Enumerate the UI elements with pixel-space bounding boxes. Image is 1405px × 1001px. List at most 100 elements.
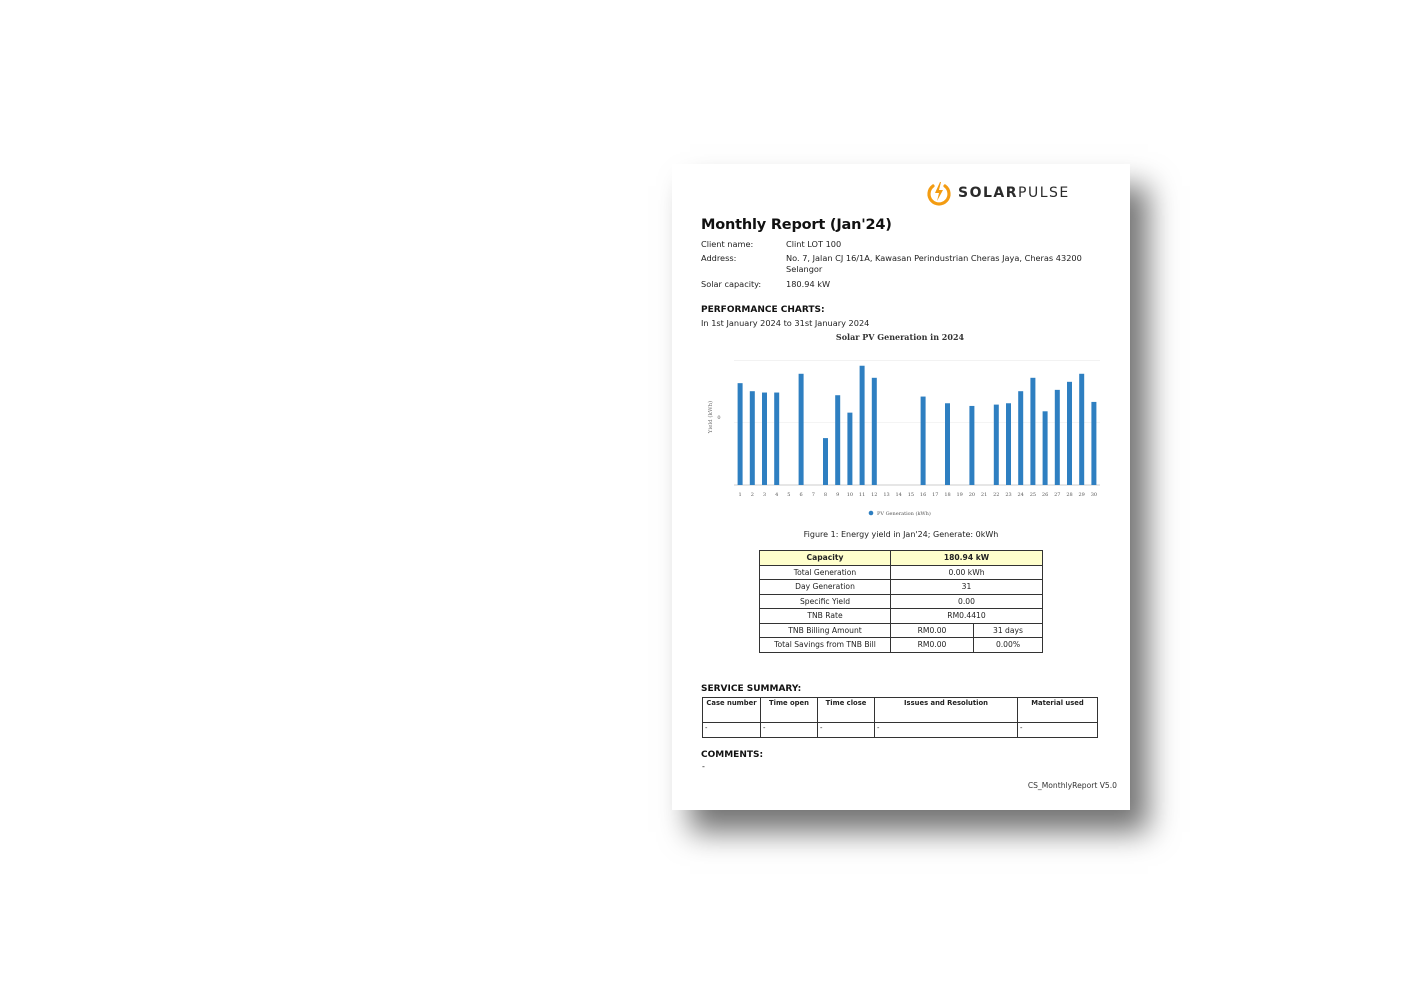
x-tick-label: 19	[957, 492, 963, 498]
stats-value: 31	[890, 579, 1043, 595]
chart-bar	[1042, 411, 1048, 485]
service-row: - - - - -	[702, 722, 1098, 738]
chart-bar	[835, 395, 841, 485]
capacity-row: Solar capacity: 180.94 kW	[701, 279, 1086, 290]
stats-row: Specific Yield 0.00	[759, 593, 1043, 609]
chart-bar	[737, 383, 743, 485]
client-value: Clint LOT 100	[786, 239, 842, 249]
address-label: Address:	[701, 253, 737, 263]
stats-row: TNB Rate RM0.4410	[759, 608, 1043, 624]
x-tick-label: 27	[1054, 492, 1060, 498]
case-number-cell: -	[702, 722, 761, 738]
chart-bar	[920, 396, 926, 485]
x-tick-label: 8	[824, 492, 827, 498]
x-tick-label: 16	[920, 492, 926, 498]
x-tick-label: 6	[800, 492, 803, 498]
x-tick-label: 5	[787, 492, 790, 498]
col-issues-resolution: Issues and Resolution	[874, 697, 1018, 723]
capacity-label: Solar capacity:	[701, 279, 762, 289]
stats-label: Total Generation	[759, 564, 891, 580]
chart-bar	[1006, 403, 1011, 485]
billing-row: TNB Billing Amount RM0.00 31 days	[759, 622, 1043, 638]
report-title: Monthly Report (Jan'24)	[701, 217, 892, 233]
client-label: Client name:	[701, 239, 754, 249]
savings-label: Total Savings from TNB Bill	[759, 637, 891, 653]
time-open-cell: -	[760, 722, 818, 738]
x-tick-label: 10	[847, 492, 853, 498]
x-tick-labels: 1 2 3 4 5 6 7 8 9 10 11 12 13 14 15 16 17 18 19 20 21 22 23 24 2…	[739, 492, 1098, 498]
x-tick-label: 30	[1091, 492, 1097, 498]
stats-value: RM0.4410	[890, 608, 1043, 624]
service-header-row: Case number Time open Time close Issues …	[702, 697, 1098, 723]
x-tick-label: 15	[908, 492, 914, 498]
footer-version: CS_MonthlyReport V5.0	[1027, 781, 1117, 790]
x-tick-label: 1	[739, 492, 742, 498]
col-time-close: Time close	[817, 697, 875, 723]
x-tick-label: 24	[1018, 492, 1024, 498]
savings-value: RM0.00	[890, 637, 974, 653]
chart-bar	[798, 373, 804, 485]
address-value: No. 7, Jalan CJ 16/1A, Kawasan Perindust…	[786, 253, 1082, 274]
address-row: Address: No. 7, Jalan CJ 16/1A, Kawasan …	[701, 253, 1086, 275]
chart-title: Solar PV Generation in 2024	[836, 332, 965, 342]
chart-bar	[847, 412, 853, 485]
x-tick-label: 17	[932, 492, 938, 498]
power-bolt-icon	[927, 182, 951, 206]
stats-row: Total Generation 0.00 kWh	[759, 564, 1043, 580]
y-tick-label: 0	[717, 415, 720, 421]
stats-label: Specific Yield	[759, 593, 891, 609]
billing-value: RM0.00	[890, 622, 974, 638]
x-tick-label: 2	[751, 492, 754, 498]
performance-heading: PERFORMANCE CHARTS:	[701, 305, 825, 315]
chart-bar	[823, 438, 828, 485]
chart-caption: Figure 1: Energy yield in Jan'24; Genera…	[803, 530, 999, 539]
chart-bar	[1079, 373, 1085, 485]
x-tick-label: 14	[896, 492, 902, 498]
chart-bar	[774, 392, 780, 485]
col-material-used: Material used	[1017, 697, 1098, 723]
chart-bar	[859, 365, 865, 485]
report-page: SOLARPULSE Monthly Report (Jan'24) Clien…	[672, 164, 1130, 810]
chart-bar	[993, 404, 999, 485]
y-axis-label: Yield (kWh)	[707, 401, 714, 434]
savings-row: Total Savings from TNB Bill RM0.00 0.00%	[759, 637, 1043, 653]
chart-bar	[945, 403, 950, 485]
client-row: Client name: Clint LOT 100	[701, 239, 1086, 250]
time-close-cell: -	[817, 722, 875, 738]
x-tick-label: 22	[993, 492, 999, 498]
x-tick-label: 9	[836, 492, 839, 498]
chart-bar	[762, 392, 767, 485]
x-tick-label: 29	[1079, 492, 1085, 498]
stats-label: TNB Rate	[759, 608, 891, 624]
comments-value: -	[702, 762, 705, 771]
legend-label: PV Generation (kWh)	[877, 510, 931, 517]
capacity-header-label: Capacity	[759, 550, 891, 566]
stats-table: Capacity 180.94 kW Total Generation 0.00…	[759, 550, 1043, 653]
chart-bar	[969, 405, 975, 485]
x-tick-label: 13	[883, 492, 889, 498]
stats-value: 0.00	[890, 593, 1043, 609]
x-tick-label: 7	[812, 492, 815, 498]
x-tick-label: 18	[944, 492, 950, 498]
performance-period: In 1st January 2024 to 31st January 2024	[701, 318, 870, 328]
chart-bar	[1067, 381, 1072, 485]
stats-header-row: Capacity 180.94 kW	[759, 550, 1043, 566]
chart-bar	[871, 377, 877, 485]
x-tick-label: 4	[775, 492, 778, 498]
x-tick-label: 12	[871, 492, 877, 498]
capacity-header-value: 180.94 kW	[890, 550, 1043, 566]
capacity-value: 180.94 kW	[786, 279, 831, 289]
x-tick-label: 21	[981, 492, 987, 498]
savings-percent: 0.00%	[973, 637, 1043, 653]
stats-row: Day Generation 31	[759, 579, 1043, 595]
issues-cell: -	[874, 722, 1018, 738]
x-tick-label: 28	[1066, 492, 1072, 498]
col-case-number: Case number	[702, 697, 761, 723]
x-tick-label: 25	[1030, 492, 1036, 498]
comments-heading: COMMENTS:	[701, 750, 764, 760]
chart-bars	[737, 365, 1097, 485]
generation-chart: Solar PV Generation in 2024 Yield (kWh) …	[702, 331, 1104, 521]
x-tick-label: 11	[859, 492, 865, 498]
brand-logo: SOLARPULSE	[924, 178, 1070, 208]
chart-bar	[1030, 377, 1036, 485]
